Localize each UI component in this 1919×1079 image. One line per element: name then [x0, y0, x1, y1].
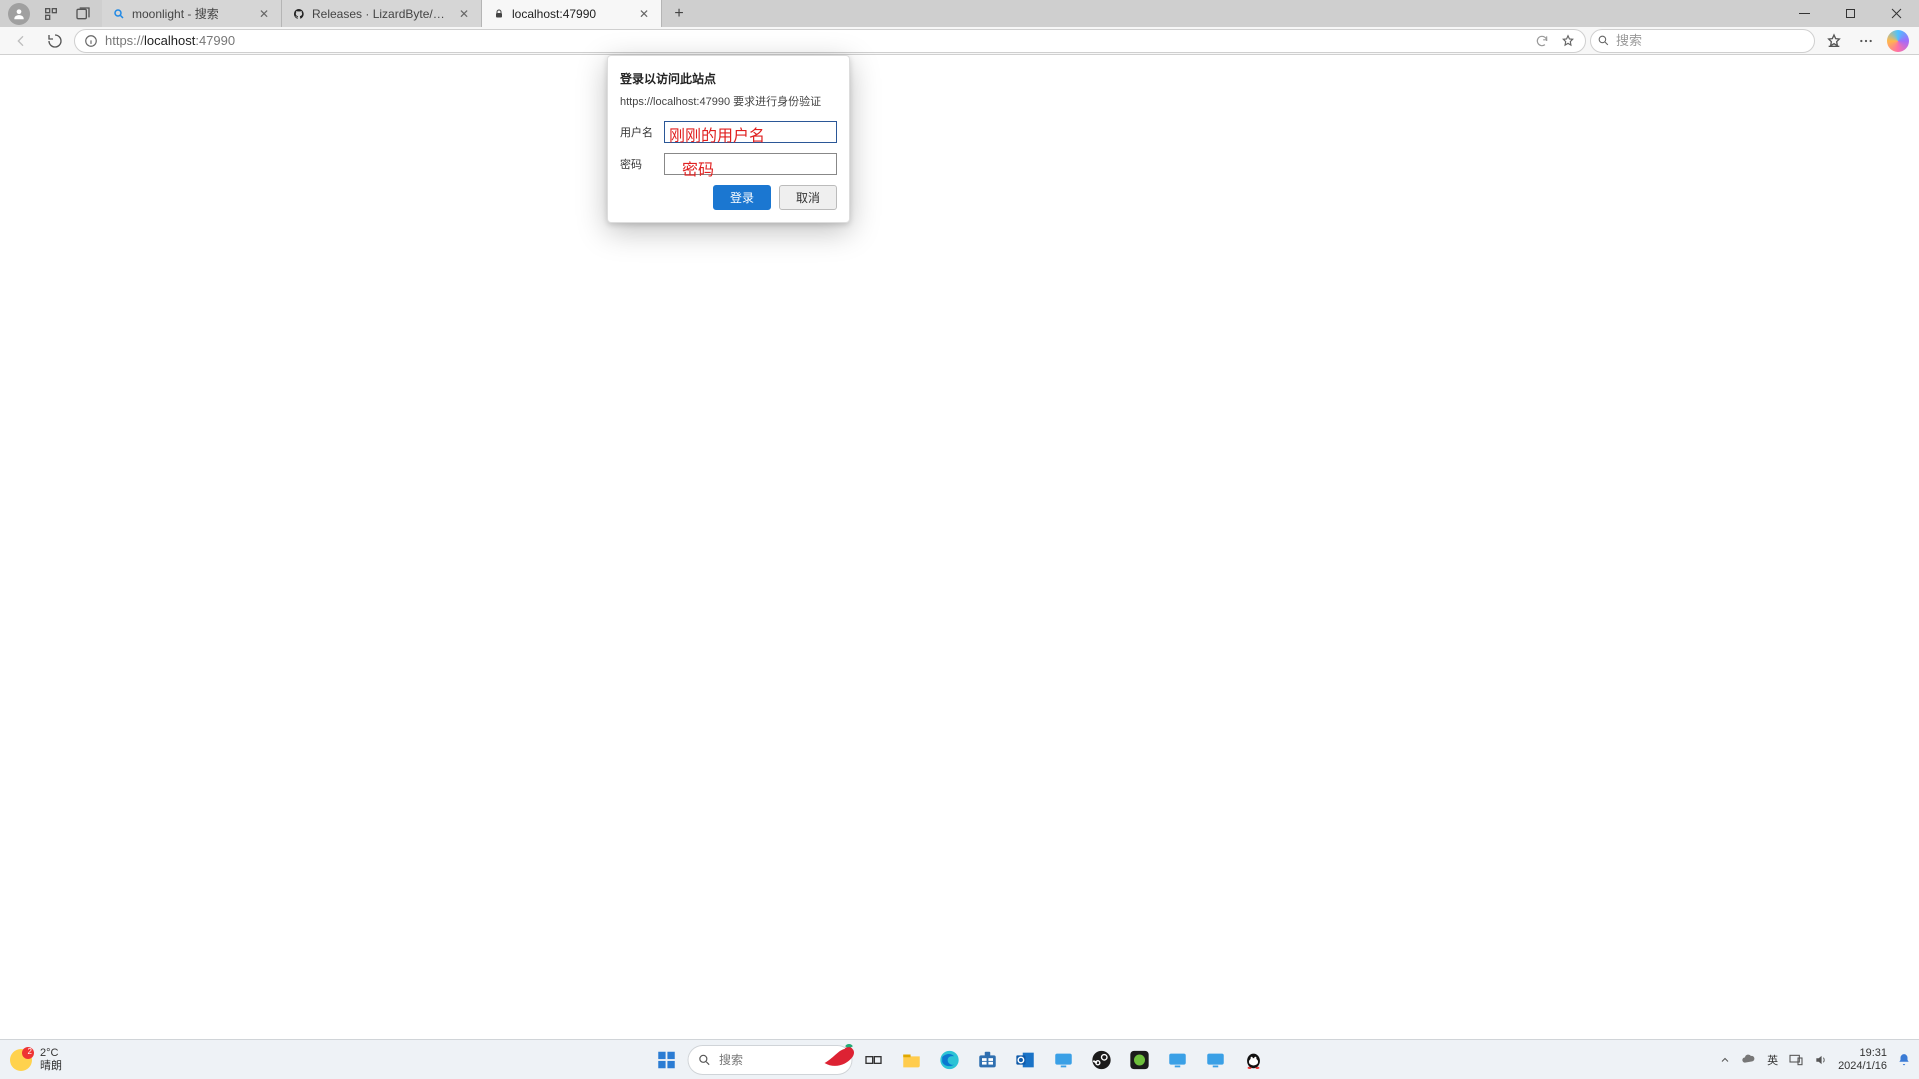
url-host: localhost — [144, 33, 195, 48]
address-bar[interactable]: https://localhost:47990 — [74, 29, 1586, 53]
title-bar-left — [0, 0, 102, 27]
close-icon[interactable]: ✕ — [457, 7, 471, 21]
weather-temp: 2°C — [40, 1047, 62, 1060]
dialog-title: 登录以访问此站点 — [620, 70, 837, 87]
tab-label: localhost:47990 — [512, 7, 631, 21]
close-icon[interactable]: ✕ — [637, 7, 651, 21]
clock-date: 2024/1/16 — [1838, 1060, 1887, 1073]
profile-icon[interactable] — [8, 3, 30, 25]
auth-dialog: 登录以访问此站点 https://localhost:47990 要求进行身份验… — [607, 55, 850, 223]
tab-label: moonlight - 搜索 — [132, 5, 251, 22]
dialog-buttons: 登录 取消 — [620, 185, 837, 210]
site-info-icon[interactable] — [81, 31, 101, 51]
taskbar-center: 搜索 — [649, 1043, 1270, 1077]
favorite-icon[interactable] — [1557, 30, 1579, 52]
weather-badge-icon: 2 — [10, 1049, 32, 1071]
search-input[interactable] — [1616, 33, 1808, 48]
password-row: 密码 密码 — [620, 153, 837, 175]
system-tray: 英 19:31 2024/1/16 — [1719, 1047, 1919, 1072]
github-icon — [292, 7, 306, 21]
devices-icon[interactable] — [1788, 1052, 1804, 1068]
username-input[interactable] — [664, 121, 837, 143]
maximize-button[interactable] — [1827, 0, 1873, 27]
browser-toolbar: https://localhost:47990 — [0, 27, 1919, 55]
store-icon[interactable] — [970, 1043, 1004, 1077]
clock-time: 19:31 — [1838, 1047, 1887, 1060]
tray-overflow-icon[interactable] — [1719, 1054, 1731, 1066]
tab-actions-icon[interactable] — [72, 3, 94, 25]
weather-desc: 晴朗 — [40, 1060, 62, 1073]
lock-icon — [492, 7, 506, 21]
sync-icon[interactable] — [1531, 30, 1553, 52]
weather-text: 2°C 晴朗 — [40, 1047, 62, 1072]
clock[interactable]: 19:31 2024/1/16 — [1838, 1047, 1887, 1072]
minimize-button[interactable] — [1781, 0, 1827, 27]
app-1-icon[interactable] — [1046, 1043, 1080, 1077]
page-content: 登录以访问此站点 https://localhost:47990 要求进行身份验… — [0, 55, 1919, 1039]
url-port: :47990 — [195, 33, 235, 48]
reload-button[interactable] — [40, 27, 70, 55]
app-3-icon[interactable] — [1160, 1043, 1194, 1077]
search-icon — [697, 1053, 711, 1067]
steam-icon[interactable] — [1084, 1043, 1118, 1077]
search-decor-icon — [816, 1043, 860, 1079]
qq-icon[interactable] — [1236, 1043, 1270, 1077]
app-4-icon[interactable] — [1198, 1043, 1232, 1077]
search-box[interactable] — [1590, 29, 1815, 53]
file-explorer-icon[interactable] — [894, 1043, 928, 1077]
new-tab-button[interactable]: + — [662, 0, 696, 27]
tab-label: Releases · LizardByte/Sunshine — [312, 7, 451, 21]
onedrive-icon[interactable] — [1741, 1052, 1757, 1068]
search-icon — [112, 7, 126, 21]
edge-icon[interactable] — [932, 1043, 966, 1077]
tab-0[interactable]: moonlight - 搜索 ✕ — [102, 0, 282, 27]
close-icon[interactable]: ✕ — [257, 7, 271, 21]
windows-taskbar: 2 2°C 晴朗 搜索 — [0, 1039, 1919, 1079]
password-label: 密码 — [620, 156, 654, 172]
dialog-message: https://localhost:47990 要求进行身份验证 — [620, 93, 837, 109]
url-scheme: https:// — [105, 33, 144, 48]
outlook-icon[interactable] — [1008, 1043, 1042, 1077]
ime-indicator[interactable]: 英 — [1767, 1052, 1778, 1068]
weather-badge-count: 2 — [28, 1047, 32, 1056]
task-view-icon[interactable] — [856, 1043, 890, 1077]
weather-widget[interactable]: 2 2°C 晴朗 — [0, 1047, 72, 1072]
notifications-icon[interactable] — [1897, 1053, 1911, 1067]
copilot-icon[interactable] — [1883, 27, 1913, 55]
favorites-list-icon[interactable] — [1819, 27, 1849, 55]
password-input[interactable] — [664, 153, 837, 175]
tab-strip: moonlight - 搜索 ✕ Releases · LizardByte/S… — [102, 0, 696, 27]
app-2-icon[interactable] — [1122, 1043, 1156, 1077]
window-controls — [1781, 0, 1919, 27]
url-text: https://localhost:47990 — [105, 33, 1527, 48]
start-button[interactable] — [649, 1043, 683, 1077]
search-icon — [1597, 34, 1610, 47]
cancel-button[interactable]: 取消 — [779, 185, 837, 210]
login-button[interactable]: 登录 — [713, 185, 771, 210]
browser-title-bar: moonlight - 搜索 ✕ Releases · LizardByte/S… — [0, 0, 1919, 27]
workspaces-icon[interactable] — [40, 3, 62, 25]
volume-icon[interactable] — [1814, 1053, 1828, 1067]
settings-menu-icon[interactable] — [1851, 27, 1881, 55]
close-window-button[interactable] — [1873, 0, 1919, 27]
back-button[interactable] — [6, 27, 36, 55]
tab-1[interactable]: Releases · LizardByte/Sunshine ✕ — [282, 0, 482, 27]
toolbar-right — [1819, 27, 1913, 55]
username-row: 用户名 刚刚的用户名 — [620, 121, 837, 143]
username-label: 用户名 — [620, 124, 654, 140]
tab-2[interactable]: localhost:47990 ✕ — [482, 0, 662, 27]
taskbar-search[interactable]: 搜索 — [687, 1045, 852, 1075]
taskbar-search-placeholder: 搜索 — [719, 1051, 743, 1068]
